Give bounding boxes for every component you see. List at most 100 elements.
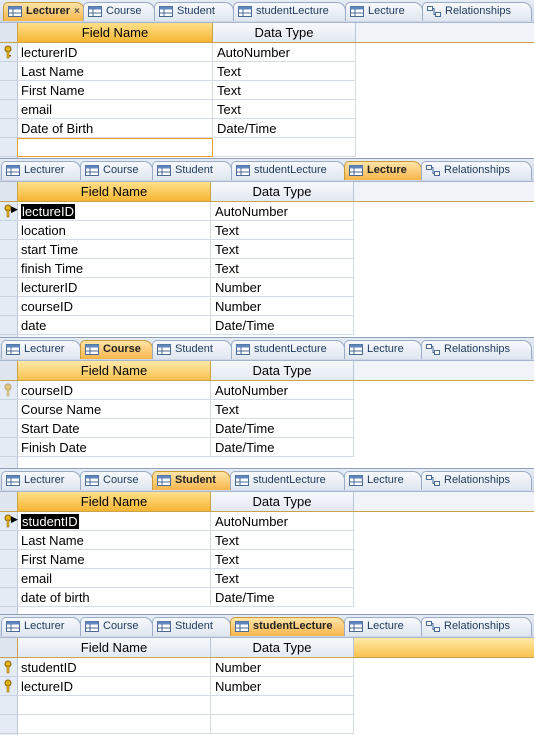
- tab-lecture[interactable]: Lecture: [344, 161, 422, 180]
- data-type-cell[interactable]: Text: [211, 240, 354, 259]
- tab-student[interactable]: Student: [152, 471, 231, 490]
- tab-relationships[interactable]: Relationships: [421, 471, 532, 490]
- row-selector[interactable]: [0, 400, 17, 419]
- data-type-cell[interactable]: Date/Time: [211, 438, 354, 457]
- data-type-cell[interactable]: AutoNumber: [211, 512, 354, 531]
- data-type-cell[interactable]: Text: [211, 531, 354, 550]
- field-name-cell[interactable]: [17, 715, 211, 734]
- tab-studentlecture[interactable]: studentLecture: [230, 471, 345, 490]
- row-selector[interactable]: [0, 62, 17, 81]
- field-name-cell[interactable]: Last Name: [17, 62, 213, 81]
- data-type-cell[interactable]: Text: [211, 569, 354, 588]
- tab-lecturer[interactable]: Lecturer: [1, 161, 81, 180]
- row-selector[interactable]: [0, 221, 17, 240]
- data-type-cell[interactable]: Text: [211, 400, 354, 419]
- data-type-cell[interactable]: Text: [213, 100, 356, 119]
- data-type-cell[interactable]: Text: [211, 221, 354, 240]
- data-type-cell[interactable]: Date/Time: [211, 419, 354, 438]
- tab-relationships[interactable]: Relationships: [421, 161, 532, 180]
- close-icon[interactable]: ×: [74, 6, 80, 17]
- field-name-cell[interactable]: studentID: [17, 658, 211, 677]
- data-type-cell[interactable]: Number: [211, 658, 354, 677]
- tab-lecture[interactable]: Lecture: [344, 471, 422, 490]
- row-selector[interactable]: [0, 240, 17, 259]
- column-header-field-name[interactable]: Field Name: [18, 492, 211, 511]
- field-name-cell[interactable]: lectureID: [17, 677, 211, 696]
- row-selector[interactable]: [0, 259, 17, 278]
- tab-lecturer[interactable]: Lecturer ×: [3, 2, 85, 21]
- row-selector[interactable]: [0, 297, 17, 316]
- field-name-cell-active[interactable]: [17, 138, 213, 157]
- tab-course[interactable]: Course: [80, 471, 153, 490]
- field-name-cell[interactable]: Course Name: [17, 400, 211, 419]
- column-header-field-name[interactable]: Field Name: [18, 638, 211, 657]
- column-header-data-type[interactable]: Data Type: [213, 23, 356, 42]
- field-name-cell[interactable]: finish Time: [17, 259, 211, 278]
- row-selector[interactable]: [0, 658, 17, 677]
- data-type-cell[interactable]: Text: [213, 81, 356, 100]
- data-type-cell[interactable]: Date/Time: [211, 588, 354, 607]
- data-type-cell[interactable]: [213, 138, 356, 157]
- tab-lecturer[interactable]: Lecturer: [1, 471, 81, 490]
- data-type-cell[interactable]: [211, 715, 354, 734]
- column-header-data-type[interactable]: Data Type: [211, 638, 354, 657]
- tab-lecture[interactable]: Lecture: [344, 340, 422, 359]
- row-selector[interactable]: [0, 316, 17, 335]
- field-name-cell[interactable]: Date of Birth: [17, 119, 213, 138]
- field-name-cell[interactable]: location: [17, 221, 211, 240]
- row-selector[interactable]: [0, 43, 17, 62]
- tab-lecturer[interactable]: Lecturer: [1, 617, 81, 636]
- field-name-cell[interactable]: studentID: [17, 512, 211, 531]
- field-name-cell[interactable]: lectureID: [17, 202, 211, 221]
- field-name-cell[interactable]: lecturerID: [17, 43, 213, 62]
- tab-course[interactable]: Course: [80, 161, 153, 180]
- tab-studentlecture[interactable]: studentLecture: [233, 2, 346, 21]
- data-type-cell[interactable]: AutoNumber: [211, 202, 354, 221]
- column-header-data-type[interactable]: Data Type: [211, 361, 354, 380]
- field-name-cell[interactable]: Finish Date: [17, 438, 211, 457]
- row-selector[interactable]: [0, 119, 17, 138]
- column-header-field-name[interactable]: Field Name: [18, 361, 211, 380]
- data-type-cell[interactable]: Text: [211, 550, 354, 569]
- row-selector[interactable]: [0, 138, 17, 157]
- data-type-cell[interactable]: Number: [211, 677, 354, 696]
- row-selector[interactable]: [0, 278, 17, 297]
- field-name-cell[interactable]: courseID: [17, 381, 211, 400]
- data-type-cell[interactable]: AutoNumber: [213, 43, 356, 62]
- tab-course[interactable]: Course: [83, 2, 155, 21]
- row-selector[interactable]: [0, 677, 17, 696]
- row-selector[interactable]: [0, 550, 17, 569]
- row-selector[interactable]: [0, 438, 17, 457]
- field-name-cell[interactable]: courseID: [17, 297, 211, 316]
- data-type-cell[interactable]: Number: [211, 278, 354, 297]
- field-name-cell[interactable]: Start Date: [17, 419, 211, 438]
- tab-course[interactable]: Course: [80, 340, 153, 359]
- tab-student[interactable]: Student: [152, 340, 232, 359]
- tab-lecture[interactable]: Lecture: [345, 2, 423, 21]
- tab-lecture[interactable]: Lecture: [344, 617, 422, 636]
- tab-studentlecture[interactable]: studentLecture: [231, 340, 345, 359]
- tab-relationships[interactable]: Relationships: [421, 617, 532, 636]
- tab-student[interactable]: Student: [152, 161, 232, 180]
- tab-relationships[interactable]: Relationships: [421, 340, 532, 359]
- row-selector[interactable]: [0, 381, 17, 400]
- tab-relationships[interactable]: Relationships: [422, 2, 532, 21]
- field-name-cell[interactable]: start Time: [17, 240, 211, 259]
- column-header-data-type[interactable]: Data Type: [211, 492, 354, 511]
- data-type-cell[interactable]: Text: [213, 62, 356, 81]
- tab-student[interactable]: Student: [152, 617, 231, 636]
- row-selector[interactable]: [0, 569, 17, 588]
- row-selector-current[interactable]: ▶: [0, 512, 18, 531]
- tab-student[interactable]: Student: [154, 2, 234, 21]
- field-name-cell[interactable]: email: [17, 569, 211, 588]
- row-selector[interactable]: [0, 531, 17, 550]
- field-name-cell[interactable]: First Name: [17, 81, 213, 100]
- data-type-cell[interactable]: [211, 696, 354, 715]
- tab-studentlecture[interactable]: studentLecture: [231, 161, 345, 180]
- data-type-cell[interactable]: Date/Time: [211, 316, 354, 335]
- data-type-cell[interactable]: Text: [211, 259, 354, 278]
- row-selector[interactable]: [0, 715, 17, 734]
- data-type-cell[interactable]: AutoNumber: [211, 381, 354, 400]
- tab-studentlecture[interactable]: studentLecture: [230, 617, 345, 636]
- field-name-cell[interactable]: Last Name: [17, 531, 211, 550]
